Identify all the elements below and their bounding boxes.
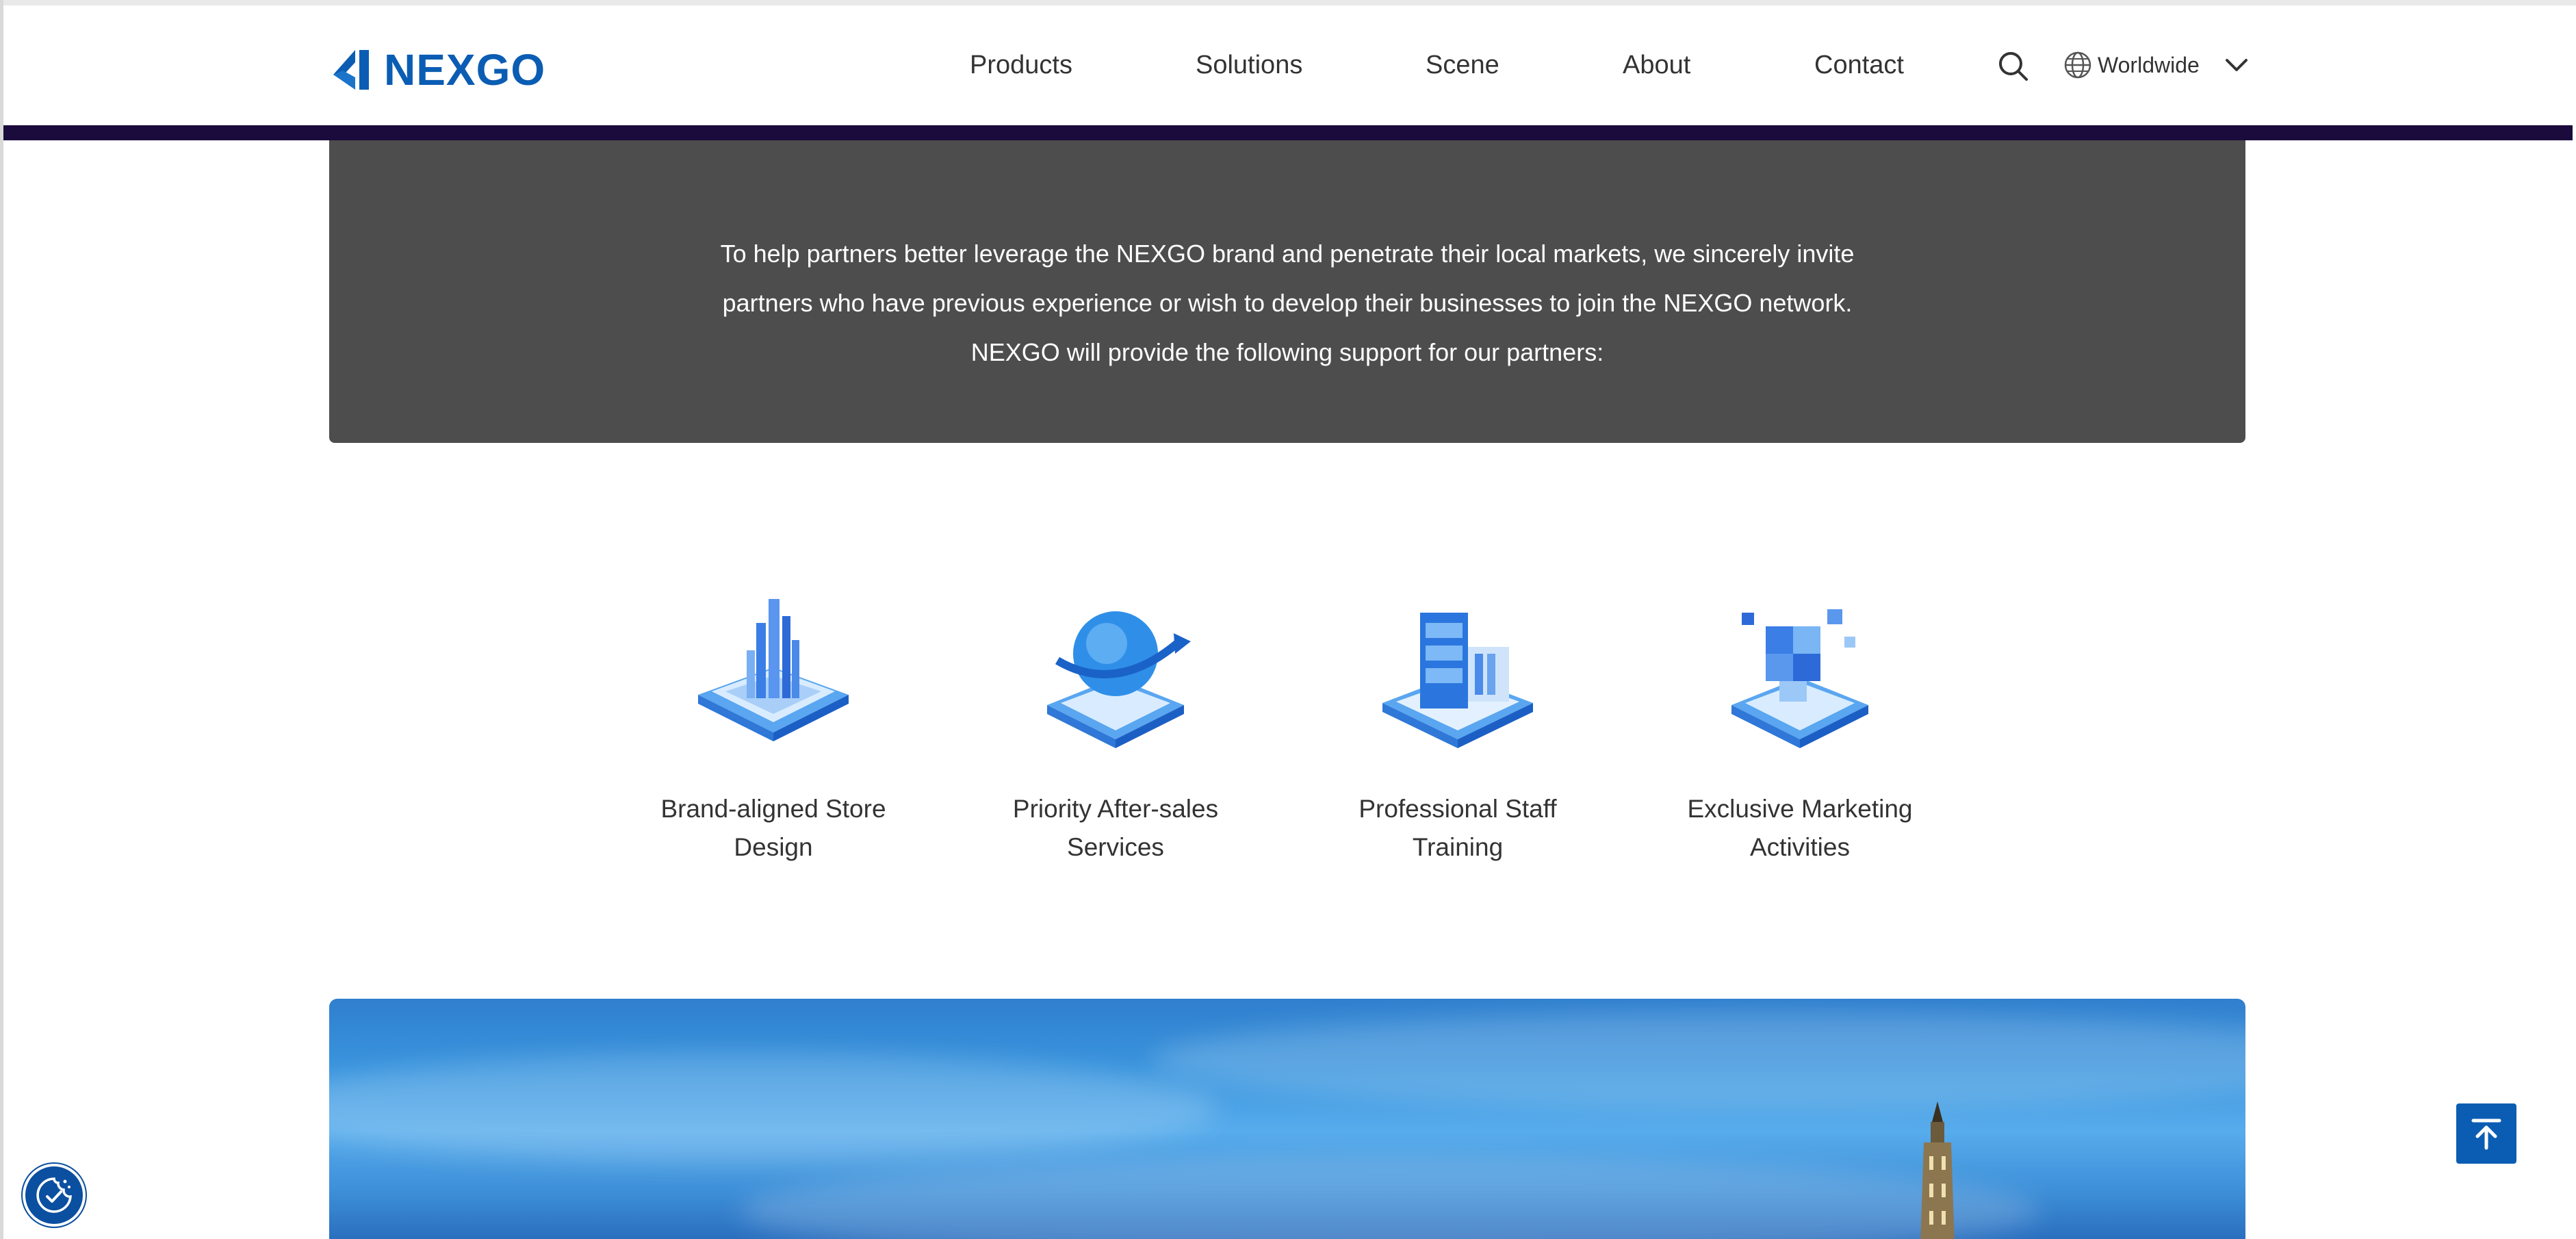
- header-accent-band: [3, 125, 2573, 140]
- search-button[interactable]: [1996, 49, 2029, 82]
- partner-banner-image: [329, 999, 2245, 1239]
- feature-label: Priority After-sales Services: [972, 790, 1259, 867]
- back-to-top-button[interactable]: [2456, 1103, 2516, 1164]
- intro-line: To help partners better leverage the NEX…: [720, 240, 1855, 268]
- banner-cloud: [329, 1053, 1219, 1163]
- feature-label-line: Priority After-sales: [1012, 795, 1219, 823]
- feature-store-design: Brand-aligned Store Design: [630, 585, 917, 867]
- nav-products[interactable]: Products: [970, 48, 1072, 82]
- banner-cloud: [1150, 1012, 2245, 1108]
- nexgo-logo-icon: [333, 50, 369, 90]
- nav-about[interactable]: About: [1623, 48, 1690, 82]
- feature-label: Professional Staff Training: [1314, 790, 1601, 867]
- language-selector[interactable]: Worldwide: [2063, 48, 2250, 82]
- feature-label-line: Exclusive Marketing: [1687, 795, 1913, 823]
- intro-text: To help partners better leverage the NEX…: [329, 229, 2245, 377]
- banner-cloud: [740, 1156, 2040, 1239]
- feature-label-line: Professional Staff: [1358, 795, 1557, 823]
- search-icon: [1999, 52, 2028, 81]
- arrow-up-to-top-icon: [2471, 1119, 2501, 1150]
- nav-scene[interactable]: Scene: [1426, 48, 1499, 82]
- store-design-icon: [698, 599, 849, 741]
- chevron-down-icon: [2225, 59, 2247, 71]
- feature-label-line: Brand-aligned Store: [660, 795, 886, 823]
- feature-label-line: Services: [1067, 833, 1164, 861]
- feature-staff-training: Professional Staff Training: [1314, 585, 1601, 867]
- feature-label-line: Activities: [1750, 833, 1850, 861]
- cookie-consent-icon: [36, 1177, 72, 1213]
- feature-label-line: Design: [734, 833, 813, 861]
- cookie-consent-button[interactable]: [23, 1164, 86, 1227]
- feature-after-sales: Priority After-sales Services: [972, 585, 1259, 867]
- globe-service-icon: [1047, 611, 1191, 748]
- window-left-edge: [0, 0, 3, 1239]
- feature-marketing: Exclusive Marketing Activities: [1656, 585, 1944, 867]
- nexgo-logo[interactable]: NEXGO: [331, 45, 545, 94]
- marketing-cubes-icon: [1731, 609, 1868, 748]
- feature-label-line: Training: [1412, 833, 1504, 861]
- feature-label: Exclusive Marketing Activities: [1656, 790, 1944, 867]
- logo-text: NEXGO: [384, 45, 546, 94]
- nav-solutions[interactable]: Solutions: [1196, 48, 1302, 82]
- window-top-edge: [0, 0, 2576, 5]
- nav-contact[interactable]: Contact: [1814, 48, 1904, 82]
- partner-intro-panel: To help partners better leverage the NEX…: [329, 140, 2245, 443]
- language-label: Worldwide: [2098, 53, 2200, 77]
- intro-line: partners who have previous experience or…: [722, 289, 1853, 317]
- training-icon: [1382, 613, 1533, 748]
- intro-line: NEXGO will provide the following support…: [970, 338, 1604, 366]
- tower-silhouette: [1920, 1101, 1955, 1239]
- globe-icon: [2064, 51, 2091, 79]
- feature-label: Brand-aligned Store Design: [630, 790, 917, 867]
